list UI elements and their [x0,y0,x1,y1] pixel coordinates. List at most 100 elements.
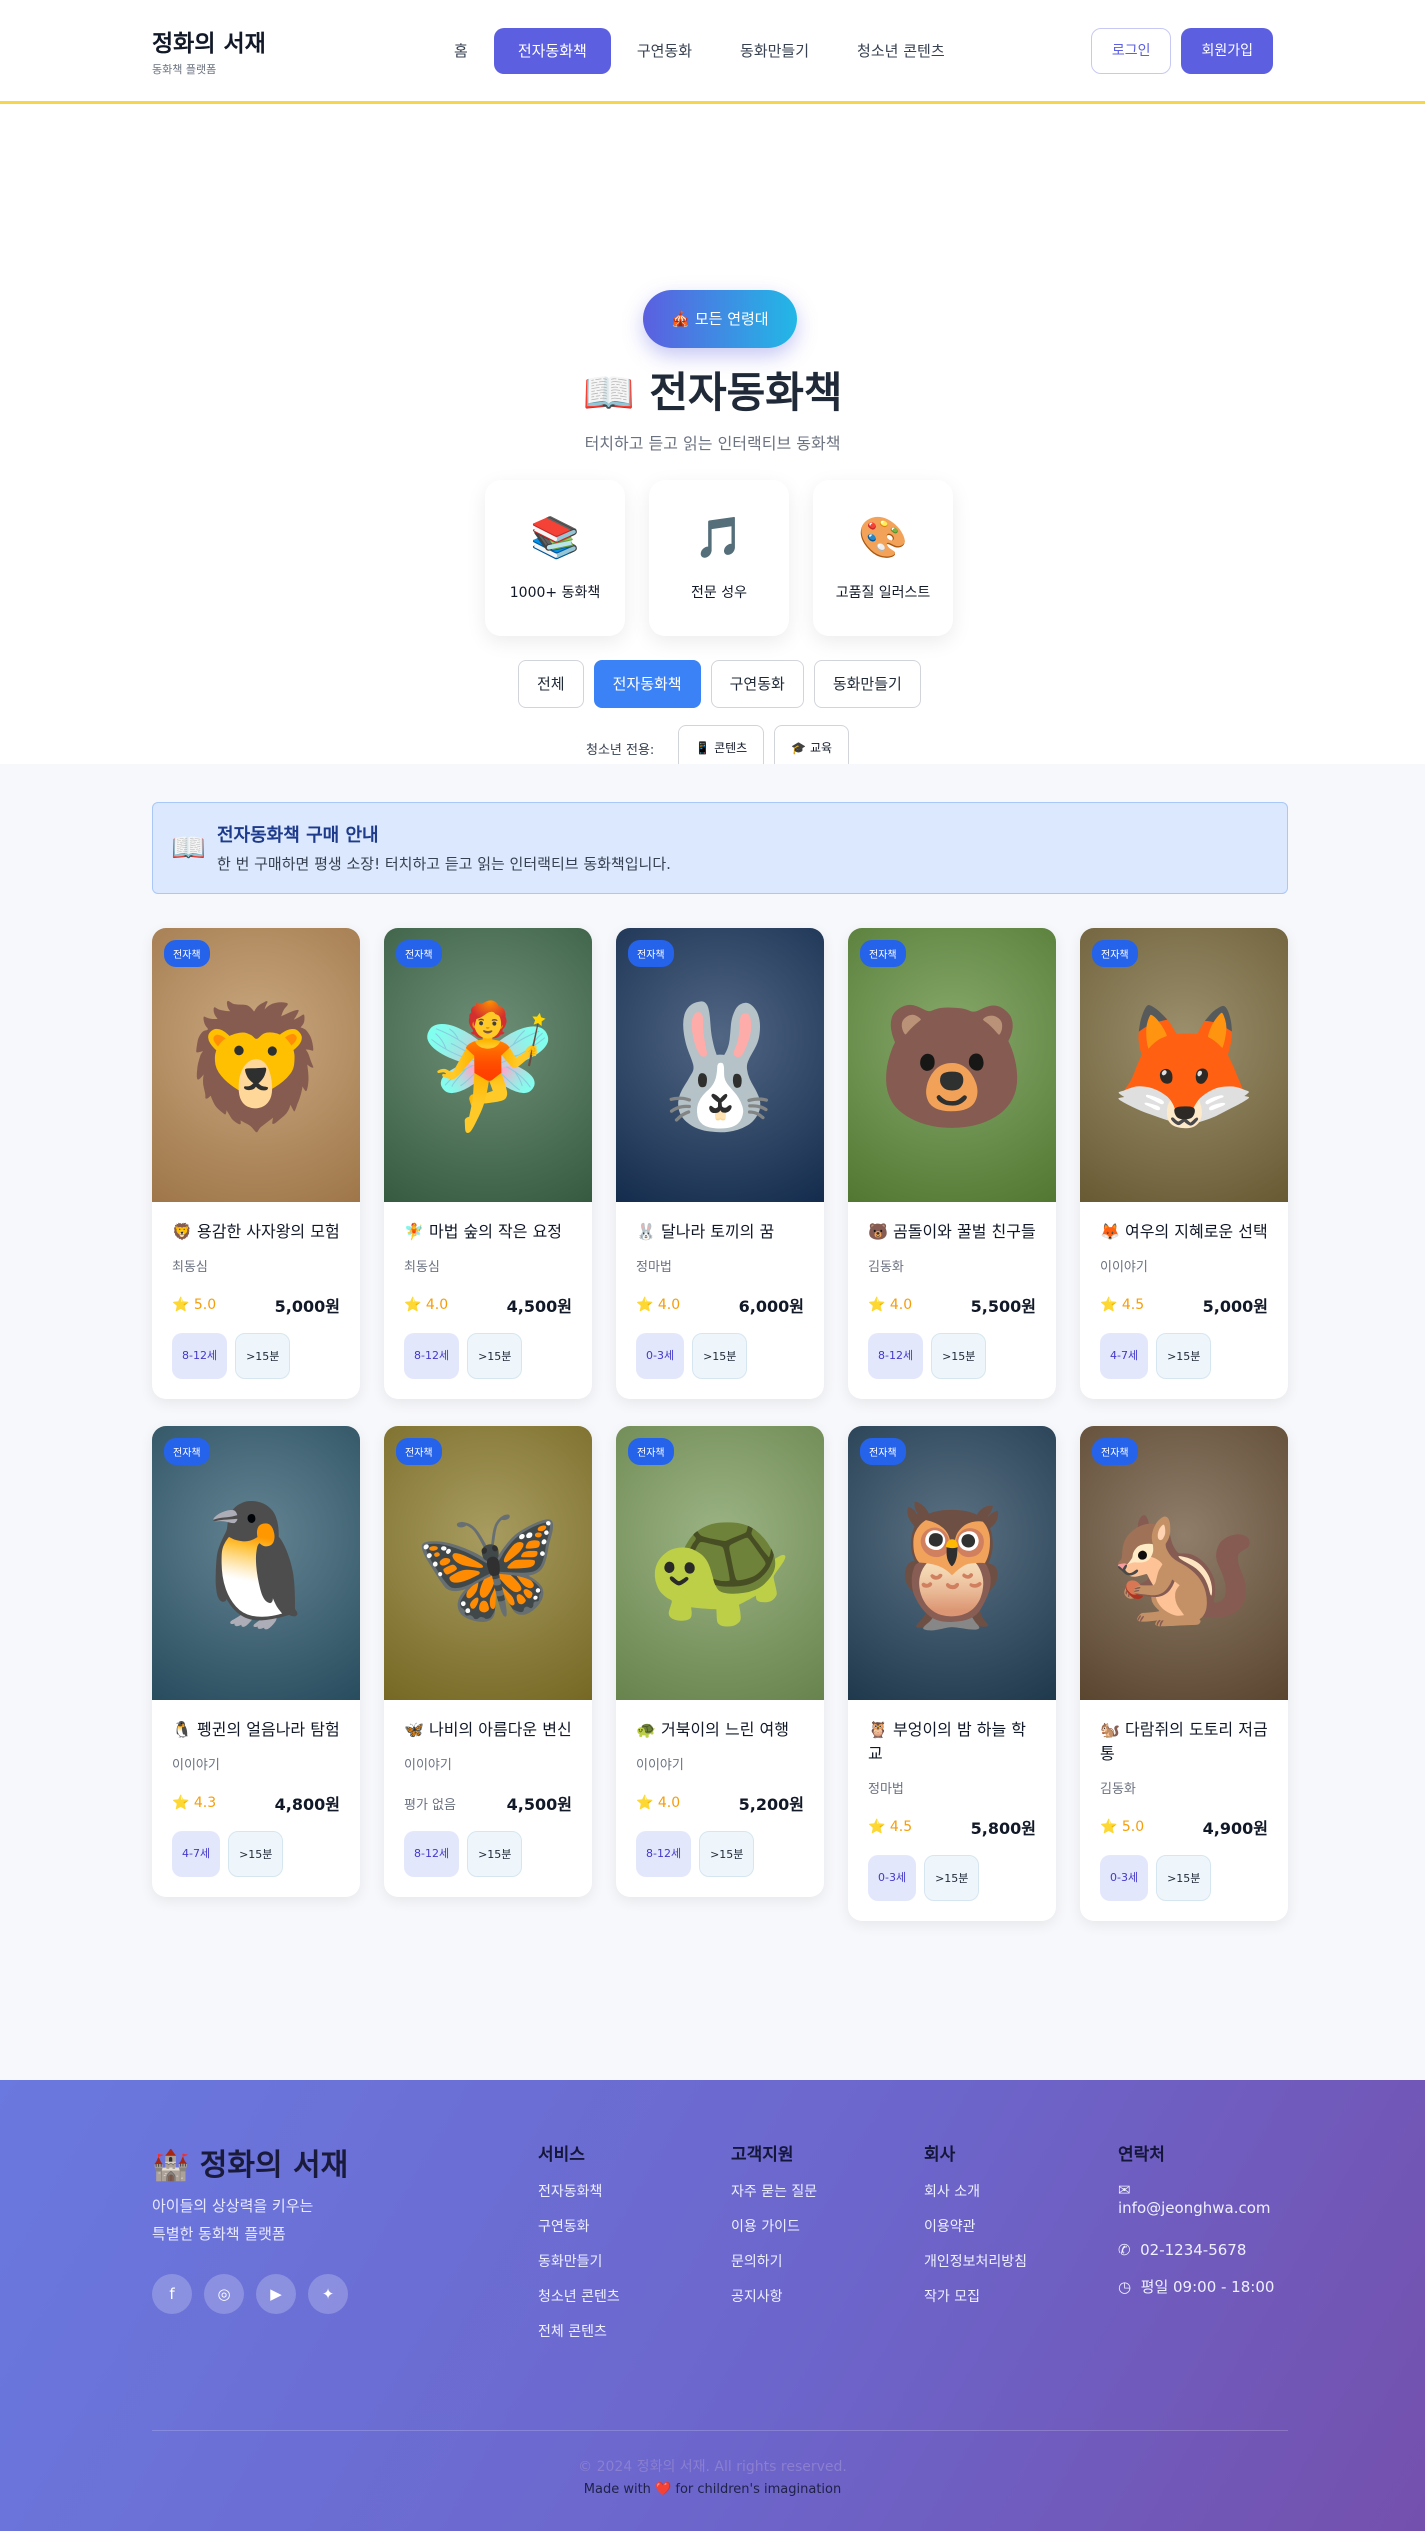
book-title[interactable]: 🧚 마법 숲의 작은 요정 [404,1220,572,1244]
made-with-note: Made with ❤️ for children's imagination [583,2482,842,2497]
book-author: 이이야기 [404,1758,452,1773]
book-card[interactable]: 전자책 🐻 🐻 곰돌이와 꿀벌 친구들 김동화 ⭐ 4.0 5,500원 8-12세 >15분 [848,928,1056,1399]
book-tags: 8-12세 >15분 [172,1333,340,1379]
contact-email: ✉ info@jeonghwa.com [1118,2181,1274,2241]
book-card[interactable]: 전자책 🦉 🦉 부엉이의 밤 하늘 학교 정마법 ⭐ 4.5 5,800원 0-3세 >15분 [848,1426,1056,1921]
filter-storytelling[interactable]: 구연동화 [710,660,804,708]
book-cover[interactable]: 전자책 🦊 [1080,928,1288,1202]
login-button[interactable]: 로그인 [1090,28,1172,74]
footer-col-title: 서비스 [538,2145,585,2165]
filter-all[interactable]: 전체 [518,660,584,708]
book-card[interactable]: 전자책 🐿️ 🐿️ 다람쥐의 도토리 저금통 김동화 ⭐ 5.0 4,900원 0-3세 >1… [1080,1426,1288,1921]
ebook-badge: 전자책 [860,940,906,967]
book-cover[interactable]: 전자책 🦋 [384,1426,592,1700]
footer-link[interactable]: 문의하기 [731,2251,817,2286]
book-cover[interactable]: 전자책 🐢 [616,1426,824,1700]
footer-link[interactable]: 자주 묻는 질문 [731,2181,817,2216]
book-title[interactable]: 🐢 거북이의 느린 여행 [636,1718,804,1742]
ebook-badge: 전자책 [164,1438,210,1465]
book-card[interactable]: 전자책 🦊 🦊 여우의 지혜로운 선택 이이야기 ⭐ 4.5 5,000원 4-7세 >15분 [1080,928,1288,1399]
book-card[interactable]: 전자책 🐰 🐰 달나라 토끼의 꿈 정마법 ⭐ 4.0 6,000원 0-3세 >15분 [616,928,824,1399]
book-title[interactable]: 🦊 여우의 지혜로운 선택 [1100,1220,1268,1244]
feature-card-illustration: 🎨 고품질 일러스트 [813,480,953,636]
footer-link[interactable]: 구연동화 [538,2216,620,2251]
book-card[interactable]: 전자책 🐢 🐢 거북이의 느린 여행 이이야기 ⭐ 4.0 5,200원 8-12세 >15분 [616,1426,824,1897]
book-cover[interactable]: 전자책 🐻 [848,928,1056,1202]
cover-illustration: 🦊 [1109,998,1259,1137]
phone-icon: ✆ [1118,2241,1131,2259]
feature-card-voice: 🎵 전문 성우 [649,480,789,636]
book-cover[interactable]: 전자책 🐰 [616,928,824,1202]
contact-phone: ✆ 02-1234-5678 [1118,2241,1274,2276]
page-title: 📖 전자동화책 [582,368,843,417]
book-card[interactable]: 전자책 🦋 🦋 나비의 아름다운 변신이이야기평가 없음 4,500원 8-12세 >15… [384,1426,592,1897]
book-card[interactable]: 전자책 🐧 🐧 펭귄의 얼음나라 탐험 이이야기 ⭐ 4.3 4,800원 4-7세 >15분 [152,1426,360,1897]
email-text[interactable]: info@jeonghwa.com [1118,2199,1274,2217]
footer-link[interactable]: 전자동화책 [538,2181,620,2216]
book-info: 🐧 펭귄의 얼음나라 탐험 이이야기 ⭐ 4.3 4,800원 4-7세 >15분 [152,1700,360,1897]
rating-price-row: ⭐ 4.0 5,200원 [636,1791,804,1815]
age-tag: 4-7세 [172,1831,221,1877]
ebook-badge: 전자책 [1092,1438,1138,1465]
book-tags: 8-12세 >15분 [404,1831,572,1877]
feature-label: 전문 성우 [691,585,747,601]
nav-ebooks[interactable]: 전자동화책 [493,28,611,74]
facebook-icon[interactable]: f [152,2274,192,2314]
book-cover[interactable]: 전자책 🐿️ [1080,1426,1288,1700]
rating-price-row: ⭐ 5.0 5,000원 [172,1293,340,1317]
book-price: 5,500원 [970,1297,1036,1316]
book-cover[interactable]: 전자책 🦁 [152,928,360,1202]
book-title[interactable]: 🦁 용감한 사자왕의 모험 [172,1220,340,1244]
book-title[interactable]: 🦋 나비의 아름다운 변신 [404,1718,572,1742]
nav-youth-content[interactable]: 청소년 콘텐츠 [835,28,967,74]
footer-link[interactable]: 개인정보처리방침 [924,2251,1027,2286]
twitter-icon[interactable]: ✦ [308,2274,348,2314]
book-author: 정마법 [868,1782,904,1797]
footer-col-title: 고객지원 [731,2145,794,2165]
book-card[interactable]: 전자책 🧚 🧚 마법 숲의 작은 요정 최동심 ⭐ 4.0 4,500원 8-12세 >15분 [384,928,592,1399]
footer-link[interactable]: 회사 소개 [924,2181,1027,2216]
book-rating: ⭐ 4.0 [868,1297,913,1313]
book-title[interactable]: 🐻 곰돌이와 꿀벌 친구들 [868,1220,1036,1244]
footer-link[interactable]: 공지사항 [731,2286,817,2321]
mail-icon: ✉ [1118,2181,1131,2199]
signup-button[interactable]: 회원가입 [1181,28,1273,74]
duration-tag: >15분 [924,1855,980,1901]
book-author: 정마법 [636,1260,672,1275]
footer-link[interactable]: 청소년 콘텐츠 [538,2286,620,2321]
nav-story-maker[interactable]: 동화만들기 [718,28,831,74]
footer-link[interactable]: 전체 콘텐츠 [538,2321,620,2356]
duration-tag: >15분 [1156,1855,1212,1901]
book-cover[interactable]: 전자책 🦉 [848,1426,1056,1700]
nav-storytelling[interactable]: 구연동화 [615,28,714,74]
book-info: 🐰 달나라 토끼의 꿈 정마법 ⭐ 4.0 6,000원 0-3세 >15분 [616,1202,824,1399]
age-tag: 8-12세 [868,1333,924,1379]
book-info: 🦉 부엉이의 밤 하늘 학교 정마법 ⭐ 4.5 5,800원 0-3세 >15분 [848,1700,1056,1921]
book-card[interactable]: 전자책 🦁 🦁 용감한 사자왕의 모험 최동심 ⭐ 5.0 5,000원 8-12세 >15분 [152,928,360,1399]
book-title[interactable]: 🐧 펭귄의 얼음나라 탐험 [172,1718,340,1742]
footer-link[interactable]: 동화만들기 [538,2251,620,2286]
footer-link[interactable]: 작가 모집 [924,2286,1027,2321]
footer-link[interactable]: 이용 가이드 [731,2216,817,2251]
book-cover[interactable]: 전자책 🐧 [152,1426,360,1700]
filter-ebooks[interactable]: 전자동화책 [593,660,701,708]
book-title[interactable]: 🦉 부엉이의 밤 하늘 학교 [868,1718,1036,1766]
instagram-icon[interactable]: ◎ [204,2274,244,2314]
book-title[interactable]: 🐰 달나라 토끼의 꿈 [636,1220,804,1244]
age-tag: 8-12세 [404,1831,460,1877]
book-list-section: 📖 전자동화책 구매 안내 한 번 구매하면 평생 소장! 터치하고 듣고 읽는… [0,764,1425,2080]
brand-logo[interactable]: 정화의 서재 동화책 플랫폼 [152,24,266,77]
book-tags: 8-12세 >15분 [404,1333,572,1379]
book-rating: ⭐ 5.0 [1100,1819,1145,1835]
book-cover[interactable]: 전자책 🧚 [384,928,592,1202]
book-info: 🦋 나비의 아름다운 변신이이야기평가 없음 4,500원 8-12세 >15분 [384,1700,592,1897]
book-tags: 0-3세 >15분 [868,1855,1036,1901]
feature-label: 고품질 일러스트 [835,585,931,601]
footer-link[interactable]: 이용약관 [924,2216,1027,2251]
cover-illustration: 🦁 [181,998,331,1137]
nav-home[interactable]: 홈 [432,28,490,74]
book-title[interactable]: 🐿️ 다람쥐의 도토리 저금통 [1100,1718,1268,1766]
filter-story-maker[interactable]: 동화만들기 [813,660,921,708]
rating-price-row: 평가 없음 4,500원 [404,1791,572,1815]
youtube-icon[interactable]: ▶ [256,2274,296,2314]
